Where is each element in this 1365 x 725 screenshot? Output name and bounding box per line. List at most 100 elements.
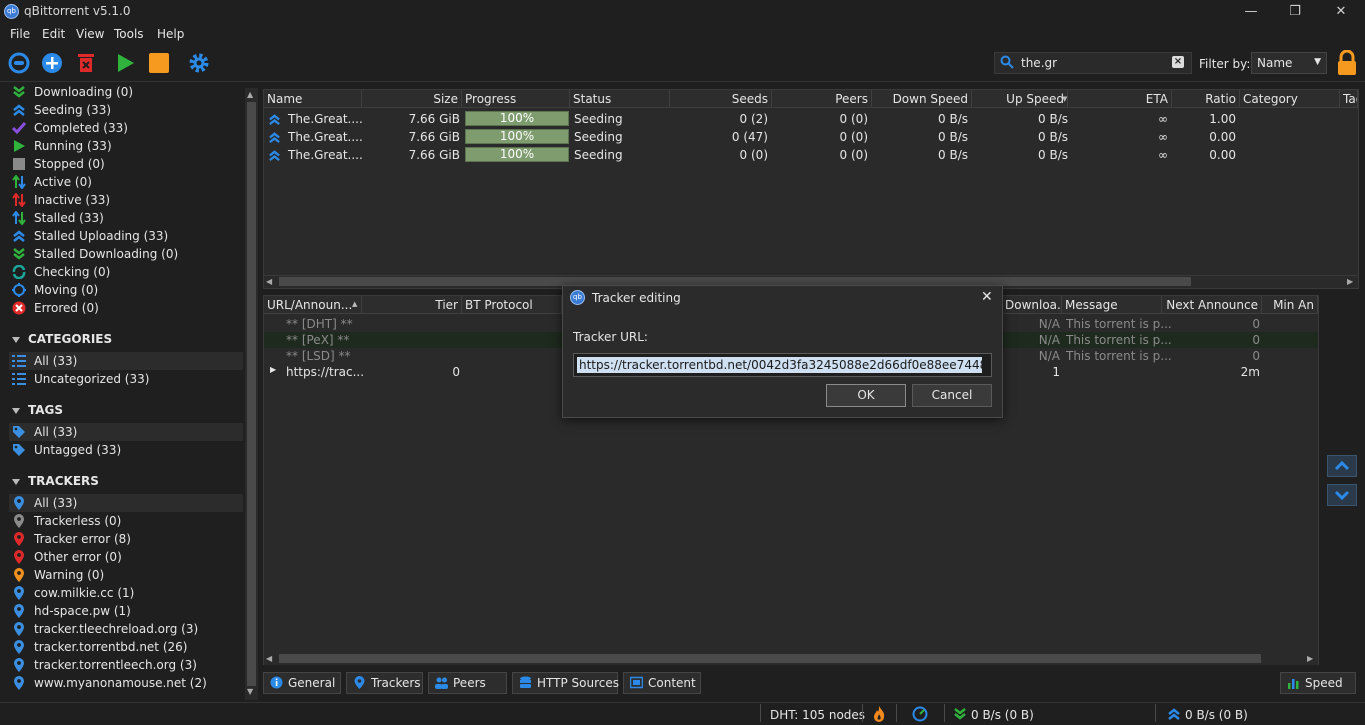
tab-general[interactable]: General (263, 672, 341, 694)
status-filter-errored[interactable]: Errored (0) (9, 299, 243, 317)
category-uncategorized[interactable]: Uncategorized (33) (9, 370, 243, 388)
column-down-speed[interactable]: Down Speed (872, 90, 972, 108)
column-tags[interactable]: Tag (1340, 90, 1358, 108)
close-icon[interactable]: ✕ (981, 289, 993, 305)
scroll-left-icon[interactable]: ◀ (266, 654, 272, 663)
column-eta[interactable]: ETA (1068, 90, 1172, 108)
tab-http-sources[interactable]: HTTP Sources (512, 672, 619, 694)
column-url[interactable]: URL/Announ... (264, 296, 362, 314)
scroll-left-icon[interactable]: ◀ (266, 277, 272, 286)
move-up-button[interactable] (1327, 455, 1357, 477)
stop-icon[interactable] (148, 52, 170, 74)
status-filter-completed[interactable]: Completed (33) (9, 119, 243, 137)
scroll-right-icon[interactable]: ▶ (1307, 654, 1313, 663)
speed-limit-icon[interactable] (912, 706, 928, 722)
sidebar-scroll-thumb[interactable] (247, 102, 256, 686)
status-filter-stalled-downloading[interactable]: Stalled Downloading (0) (9, 245, 243, 263)
tracker-url: https://trac... (286, 365, 365, 379)
status-filter-stopped[interactable]: Stopped (0) (9, 155, 243, 173)
tracker-url-input[interactable]: https://tracker.torrentbd.net/0042d3fa32… (573, 353, 992, 377)
menu-tools[interactable]: Tools (114, 27, 144, 41)
tracker-filter-label: All (33) (34, 496, 78, 510)
speed-button[interactable]: Speed (1280, 672, 1356, 694)
tag-untagged[interactable]: Untagged (33) (9, 441, 243, 459)
column-size[interactable]: Size (362, 90, 462, 108)
status-filter-downloading[interactable]: Downloading (0) (9, 83, 243, 101)
column-tier[interactable]: Tier (362, 296, 462, 314)
column-peers[interactable]: Peers (772, 90, 872, 108)
column-bt-protocol[interactable]: BT Protocol (462, 296, 562, 314)
column-progress[interactable]: Progress (462, 90, 570, 108)
category-all[interactable]: All (33) (9, 352, 243, 370)
menu-file[interactable]: File (10, 27, 30, 41)
tracker-filter-item[interactable]: Warning (0) (9, 566, 243, 584)
status-filter-active[interactable]: Active (0) (9, 173, 243, 191)
tracker-filter-item[interactable]: Other error (0) (9, 548, 243, 566)
column-next-announce[interactable]: Next Announce (1162, 296, 1262, 314)
tracker-filter-item[interactable]: All (33) (9, 494, 243, 512)
tab-peers[interactable]: Peers (428, 672, 507, 694)
scroll-right-icon[interactable]: ▶ (1347, 277, 1353, 286)
column-status[interactable]: Status (570, 90, 670, 108)
tab-content[interactable]: Content (623, 672, 701, 694)
column-up-speed[interactable]: Up Speed (972, 90, 1068, 108)
tracker-filter-item[interactable]: www.myanonamouse.net (2) (9, 674, 243, 692)
start-icon[interactable] (114, 52, 136, 74)
column-min-announce[interactable]: Min An (1262, 296, 1318, 314)
status-filter-moving[interactable]: Moving (0) (9, 281, 243, 299)
tag-all[interactable]: All (33) (9, 423, 243, 441)
status-separator (1155, 704, 1156, 722)
tracker-filter-item[interactable]: tracker.torrentleech.org (3) (9, 656, 243, 674)
trackers-header[interactable]: TRACKERS (12, 474, 99, 488)
tab-trackers[interactable]: Trackers (346, 672, 423, 694)
add-torrent-icon[interactable] (41, 52, 63, 74)
settings-icon[interactable] (188, 52, 210, 74)
tracker-filter-item[interactable]: tracker.torrentbd.net (26) (9, 638, 243, 656)
status-filter-label: Stopped (0) (34, 157, 105, 171)
tracker-filter-item[interactable]: Trackerless (0) (9, 512, 243, 530)
status-filter-running[interactable]: Running (33) (9, 137, 243, 155)
cancel-button[interactable]: Cancel (912, 384, 992, 407)
move-down-button[interactable] (1327, 484, 1357, 506)
tags-header[interactable]: TAGS (12, 403, 63, 417)
status-filter-seeding[interactable]: Seeding (33) (9, 101, 243, 119)
menu-edit[interactable]: Edit (42, 27, 65, 41)
lock-icon[interactable] (1336, 50, 1358, 76)
column-message[interactable]: Message (1062, 296, 1162, 314)
status-filter-stalled[interactable]: Stalled (33) (9, 209, 243, 227)
column-downloaded[interactable]: Downloa... (1002, 296, 1062, 314)
tracker-filter-item[interactable]: cow.milkie.cc (1) (9, 584, 243, 602)
add-link-icon[interactable] (8, 52, 30, 74)
column-name[interactable]: Name (264, 90, 362, 108)
column-seeds[interactable]: Seeds (670, 90, 772, 108)
status-filter-label: Seeding (33) (34, 103, 112, 117)
column-ratio[interactable]: Ratio (1172, 90, 1240, 108)
minimize-icon[interactable]: — (1236, 2, 1266, 22)
restore-icon[interactable]: ❐ (1280, 2, 1310, 22)
tracker-filter-item[interactable]: tracker.tleechreload.org (3) (9, 620, 243, 638)
tag-label: All (33) (34, 425, 78, 439)
delete-icon[interactable] (75, 52, 97, 74)
filter-select[interactable]: Name ▼ (1251, 52, 1327, 74)
torrent-row[interactable]: The.Great.... 7.66 GiB 100% Seeding 0 (2) 0 (… (264, 110, 1358, 128)
menu-help[interactable]: Help (157, 27, 184, 41)
tracker-filter-item[interactable]: hd-space.pw (1) (9, 602, 243, 620)
close-window-icon[interactable]: ✕ (1326, 2, 1356, 22)
torrent-seeds: 0 (47) (731, 130, 768, 144)
status-filter-inactive[interactable]: Inactive (33) (9, 191, 243, 209)
clear-search-icon[interactable]: × (1172, 56, 1184, 68)
torrent-row[interactable]: The.Great.... 7.66 GiB 100% Seeding 0 (47) 0 … (264, 128, 1358, 146)
column-category[interactable]: Category (1240, 90, 1340, 108)
scroll-down-icon[interactable]: ▼ (247, 687, 253, 696)
tracker-filter-item[interactable]: Tracker error (8) (9, 530, 243, 548)
menu-view[interactable]: View (76, 27, 104, 41)
scroll-up-icon[interactable]: ▲ (247, 90, 253, 99)
fire-icon[interactable] (872, 706, 886, 722)
categories-header[interactable]: CATEGORIES (12, 332, 112, 346)
torrent-row[interactable]: The.Great.... 7.66 GiB 100% Seeding 0 (0) 0 (… (264, 146, 1358, 164)
ok-button[interactable]: OK (826, 384, 906, 407)
status-filter-checking[interactable]: Checking (0) (9, 263, 243, 281)
status-filter-stalled-uploading[interactable]: Stalled Uploading (33) (9, 227, 243, 245)
expand-icon[interactable]: ▶ (270, 365, 276, 374)
trackers-scroll-thumb[interactable] (279, 654, 1261, 663)
